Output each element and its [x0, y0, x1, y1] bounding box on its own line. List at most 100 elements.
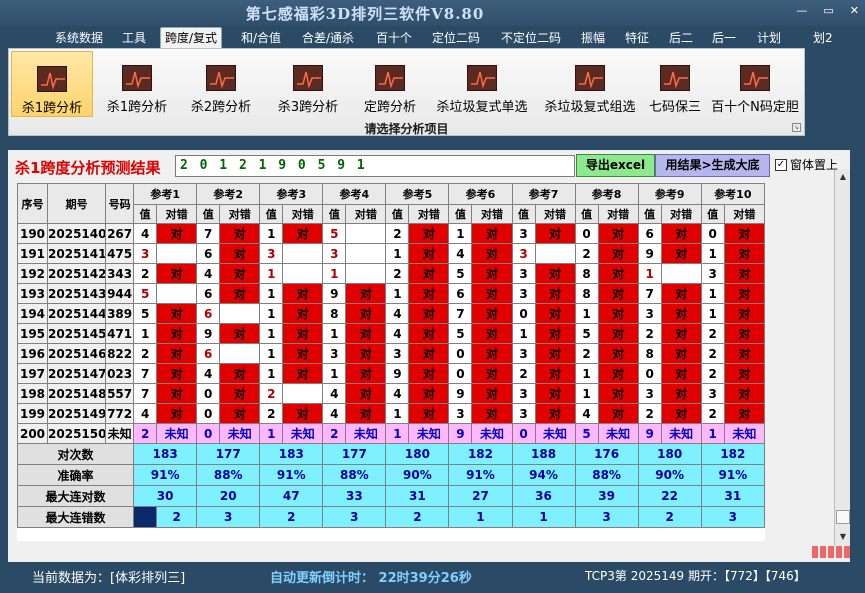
ribbon-label: 七码保三 — [648, 100, 701, 115]
menu-plan[interactable]: 计划 — [757, 29, 781, 46]
menu-positions[interactable]: 百十个 — [376, 29, 412, 46]
ribbon-kill1-span-selected[interactable]: 杀1跨分析 — [11, 51, 93, 117]
row-number: 557 — [105, 383, 135, 404]
ribbon-junk-group[interactable]: 杀垃圾复式组选 — [537, 51, 643, 117]
menu-system-data[interactable]: 系统数据 — [55, 29, 103, 46]
vertical-scrollbar[interactable]: ▲ ▼ — [834, 170, 850, 546]
cell-result — [156, 243, 198, 264]
menu-last-two[interactable]: 后二 — [669, 29, 693, 46]
header-ref[interactable]: 参考8 — [574, 183, 639, 205]
menu-plan2[interactable]: 划2 — [813, 29, 833, 46]
cell-value: 1 — [259, 263, 284, 284]
stats-value: 39 — [574, 485, 639, 507]
cell-result: 对 — [597, 283, 639, 304]
menu-tools[interactable]: 工具 — [122, 29, 146, 46]
ribbon-kill2-span[interactable]: 杀2跨分析 — [181, 51, 261, 117]
ribbon-label: 定跨分析 — [363, 100, 416, 115]
unknown-row[interactable]: 200 2025150 未知 2 未知 0 未知 1 未知 2 未知 1 未知 9 未知 0 未知 5 未知 9 未知 1… — [17, 423, 765, 444]
cell-result: 对 — [723, 243, 765, 264]
generate-base-button[interactable]: 用结果>生成大底 — [655, 154, 770, 177]
cell-result: 对 — [219, 223, 261, 244]
header-ref[interactable]: 参考10 — [700, 183, 765, 205]
ribbon-seven-keep-three[interactable]: 七码保三 — [643, 51, 707, 117]
topmost-toggle[interactable]: ✓ 窗体置上 — [775, 156, 838, 173]
cell-result: 对 — [471, 343, 513, 364]
predicted-value: 1 — [259, 423, 284, 444]
row-period: 2025149 — [47, 403, 107, 424]
result-field[interactable]: 2 0 1 2 1 9 0 5 9 1 — [175, 155, 575, 177]
header-ref[interactable]: 参考7 — [511, 183, 576, 205]
ribbon-kill1-span[interactable]: 杀1跨分析 — [97, 51, 177, 117]
scroll-up-icon[interactable]: ▲ — [835, 172, 851, 181]
cell-result: 对 — [597, 243, 639, 264]
unknown-label: 未知 — [408, 423, 450, 444]
ribbon-junk-single[interactable]: 杀垃圾复式单选 — [429, 51, 535, 117]
predicted-value: 1 — [700, 423, 725, 444]
table-row[interactable]: 196 2025146 822 2 对 6 1 对 3 对 3 对 0 对 3 对 2 对 8 对 2 对 — [17, 343, 765, 364]
cell-value: 5 — [322, 223, 347, 244]
row-seq: 194 — [17, 303, 49, 324]
menu-diff[interactable]: 合差/通杀 — [302, 29, 354, 46]
header-ref[interactable]: 参考4 — [322, 183, 387, 205]
table-row[interactable]: 193 2025143 944 5 6 对 1 对 9 对 1 对 6 对 3 对 8 对 7 对 1 对 — [17, 283, 765, 304]
dialog-launcher-icon[interactable]: ↘ — [792, 123, 801, 132]
cell-result: 对 — [219, 323, 261, 344]
cell-result: 对 — [156, 403, 198, 424]
table-row[interactable]: 194 2025144 389 5 对 6 1 对 8 对 4 对 7 对 0 对 1 对 3 对 1 对 — [17, 303, 765, 324]
table-row[interactable]: 191 2025141 475 3 6 对 3 3 1 对 4 对 3 2 对 9 对 1 对 — [17, 243, 765, 264]
header-ref[interactable]: 参考3 — [259, 183, 324, 205]
cell-value: 5 — [448, 323, 473, 344]
menu-amplitude[interactable]: 振幅 — [581, 29, 605, 46]
topmost-checkbox[interactable]: ✓ — [775, 158, 787, 171]
predicted-value: 2 — [322, 423, 347, 444]
scroll-thumb[interactable] — [836, 510, 850, 524]
table-row[interactable]: 192 2025142 343 2 对 4 对 1 1 2 对 5 对 3 对 8 对 1 3 对 — [17, 263, 765, 284]
table-row[interactable]: 199 2025149 772 4 对 0 对 2 对 4 对 1 对 3 对 3 对 4 对 2 对 2 对 — [17, 403, 765, 424]
header-ref[interactable]: 参考9 — [637, 183, 702, 205]
cell-result: 对 — [723, 263, 765, 284]
menu-feature[interactable]: 特征 — [625, 29, 649, 46]
chart-icon — [122, 65, 152, 91]
menu-sum[interactable]: 和/合值 — [241, 29, 281, 46]
row-seq: 198 — [17, 383, 49, 404]
menu-fixed-two[interactable]: 定位二码 — [432, 29, 480, 46]
scroll-down-icon[interactable]: ▼ — [835, 532, 851, 541]
header-ref[interactable]: 参考6 — [448, 183, 513, 205]
cell-value: 5 — [133, 303, 158, 324]
restore-icon[interactable]: ▭ — [823, 4, 833, 17]
cell-value: 0 — [574, 223, 599, 244]
cell-result — [345, 263, 387, 284]
header-ref[interactable]: 参考2 — [196, 183, 261, 205]
cell-value: 8 — [322, 303, 347, 324]
ribbon-panel: 杀1跨分析 杀1跨分析 杀2跨分析 杀3跨分析 定跨分析 杀垃圾复式单选 杀垃圾… — [8, 48, 805, 136]
table-row[interactable]: 190 2025140 267 4 对 7 对 1 对 5 2 对 1 对 3 对 0 对 6 对 0 对 — [17, 223, 765, 244]
cell-result: 对 — [471, 363, 513, 384]
cell-value: 6 — [196, 343, 221, 364]
header-ref[interactable]: 参考1 — [133, 183, 198, 205]
menu-span-compound[interactable]: 跨度/复式 — [160, 27, 223, 48]
stats-label: 最大连错数 — [17, 506, 135, 528]
cell-value: 1 — [637, 263, 662, 284]
menu-unfixed-two[interactable]: 不定位二码 — [501, 29, 561, 46]
cell-value: 4 — [322, 383, 347, 404]
ribbon-fixed-span[interactable]: 定跨分析 — [355, 51, 425, 117]
table-row[interactable]: 197 2025147 023 7 对 4 对 1 对 1 对 9 对 0 对 2 对 1 对 0 对 2 对 — [17, 363, 765, 384]
table-row[interactable]: 198 2025148 557 7 对 0 对 2 4 对 4 对 9 对 3 对 1 对 3 对 3 对 — [17, 383, 765, 404]
cell-result: 对 — [597, 323, 639, 344]
chart-icon — [740, 65, 770, 91]
cell-value: 1 — [259, 363, 284, 384]
minimize-icon[interactable]: — — [796, 4, 807, 17]
table-row[interactable]: 195 2025145 471 1 对 9 对 1 对 1 对 4 对 5 对 1 对 5 对 2 对 2 对 — [17, 323, 765, 344]
cell-result: 对 — [282, 303, 324, 324]
header-ref[interactable]: 参考5 — [385, 183, 450, 205]
cell-result: 对 — [534, 223, 576, 244]
row-seq: 200 — [17, 423, 49, 444]
ribbon-n-code[interactable]: 百十个N码定胆 — [707, 51, 803, 117]
close-icon[interactable]: ✕ — [850, 4, 859, 17]
cell-value: 2 — [259, 383, 284, 404]
ribbon-kill3-span[interactable]: 杀3跨分析 — [265, 51, 351, 117]
menu-last-one[interactable]: 后一 — [712, 29, 736, 46]
header-value: 值 — [322, 204, 347, 224]
export-excel-button[interactable]: 导出excel — [576, 154, 655, 177]
cell-value: 5 — [574, 323, 599, 344]
